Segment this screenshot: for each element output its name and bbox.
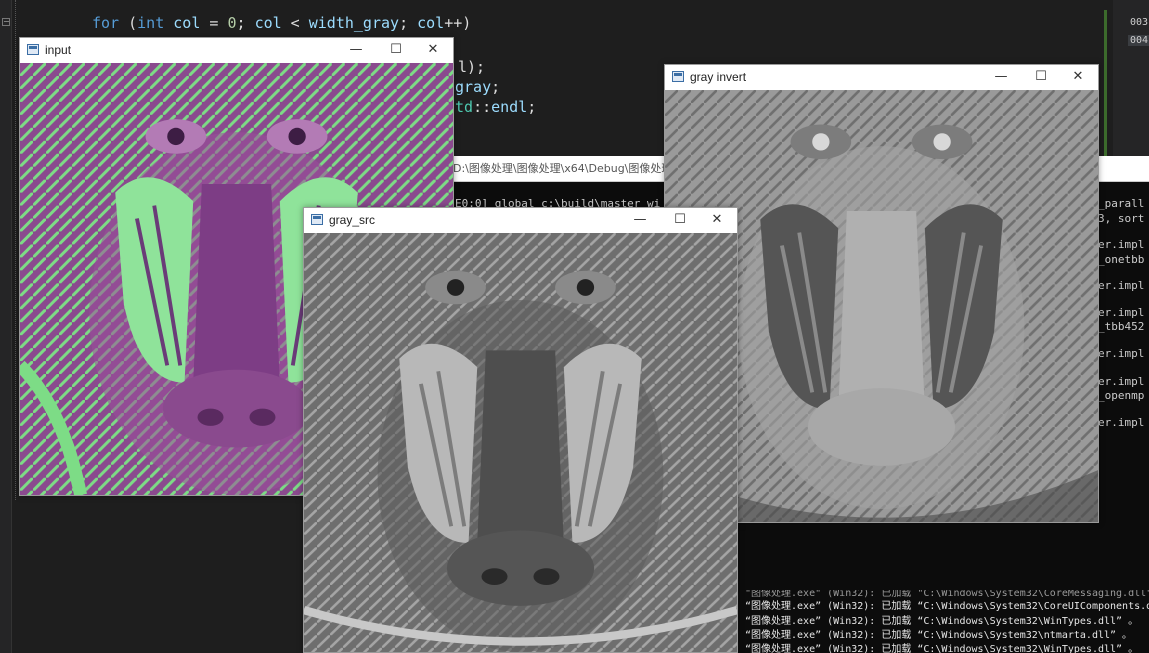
code-token: ;	[399, 14, 418, 32]
code-token: col	[417, 14, 445, 32]
code-token: ::	[473, 98, 492, 116]
window-title: gray_src	[329, 213, 376, 227]
code-token: =	[200, 14, 228, 32]
code-token: ;	[236, 14, 255, 32]
maximize-button[interactable]: ☐	[379, 40, 413, 60]
app-window-icon	[672, 71, 684, 82]
editor-gutter: −	[0, 0, 12, 653]
fold-guide	[15, 0, 16, 500]
code-token: col	[254, 14, 282, 32]
code-line: td::endl;	[455, 98, 536, 116]
side-number[interactable]: 004	[1128, 35, 1149, 46]
close-button[interactable]: ✕	[416, 40, 450, 60]
close-button[interactable]: ✕	[1061, 67, 1095, 87]
output-line: “图像处理.exe” (Win32): 已加载 “C:\Windows\Syst…	[745, 630, 1133, 641]
code-token: width_gray	[308, 14, 400, 32]
output-line: “图像处理.exe” (Win32): 已加载 “C:\Windows\Syst…	[745, 601, 1149, 612]
console-line: er.impl	[1098, 375, 1145, 388]
minimize-button[interactable]: —	[984, 67, 1018, 87]
code-line: gray;	[455, 78, 500, 96]
console-line: _onetbb	[1098, 253, 1145, 266]
code-token: td	[455, 98, 474, 116]
code-token: ;	[491, 78, 501, 96]
output-line: “图像处理.exe” (Win32): 已加载 “C:\Windows\Syst…	[745, 616, 1139, 627]
code-token: (	[119, 14, 138, 32]
code-token: int	[137, 14, 165, 32]
console-line: _parall	[1098, 197, 1145, 210]
code-token: 0	[227, 14, 237, 32]
fold-toggle-icon[interactable]: −	[2, 18, 10, 26]
window-titlebar[interactable]: gray invert — ☐ ✕	[665, 65, 1098, 90]
console-line: _tbb452	[1098, 320, 1145, 333]
window-title: input	[45, 43, 72, 57]
code-token: <	[281, 14, 309, 32]
app-window-icon	[27, 44, 39, 55]
window-title: gray invert	[690, 70, 747, 84]
minimize-button[interactable]: —	[339, 40, 373, 60]
maximize-button[interactable]: ☐	[663, 210, 697, 230]
minimize-button[interactable]: —	[623, 210, 657, 230]
output-line: “图像处理.exe” (Win32): 已加载 “C:\Windows\Syst…	[745, 644, 1139, 653]
console-line: er.impl	[1098, 416, 1145, 429]
side-number: 003	[1130, 17, 1149, 28]
code-line: for (int col = 0; col < width_gray; col+…	[92, 14, 471, 32]
console-line: er.impl	[1098, 306, 1145, 319]
code-token: gray	[455, 78, 492, 96]
window-titlebar[interactable]: gray_src — ☐ ✕	[304, 208, 737, 233]
code-line: l);	[458, 58, 485, 76]
console-line: er.impl	[1098, 279, 1145, 292]
maximize-button[interactable]: ☐	[1024, 67, 1058, 87]
code-token: l);	[458, 58, 486, 76]
console-line: _openmp	[1098, 389, 1145, 402]
window-gray-src[interactable]: gray_src — ☐ ✕	[303, 207, 738, 653]
console-line: 3, sort	[1098, 212, 1145, 225]
gray-src-image	[304, 233, 737, 652]
window-titlebar[interactable]: input — ☐ ✕	[20, 38, 453, 63]
console-line: er.impl	[1098, 347, 1145, 360]
code-token: ;	[527, 98, 537, 116]
close-button[interactable]: ✕	[700, 210, 734, 230]
code-token: col	[173, 14, 201, 32]
code-token: for	[92, 14, 120, 32]
code-token: endl	[491, 98, 528, 116]
app-window-icon	[311, 214, 323, 225]
code-token: ++)	[444, 14, 472, 32]
console-line: er.impl	[1098, 238, 1145, 251]
